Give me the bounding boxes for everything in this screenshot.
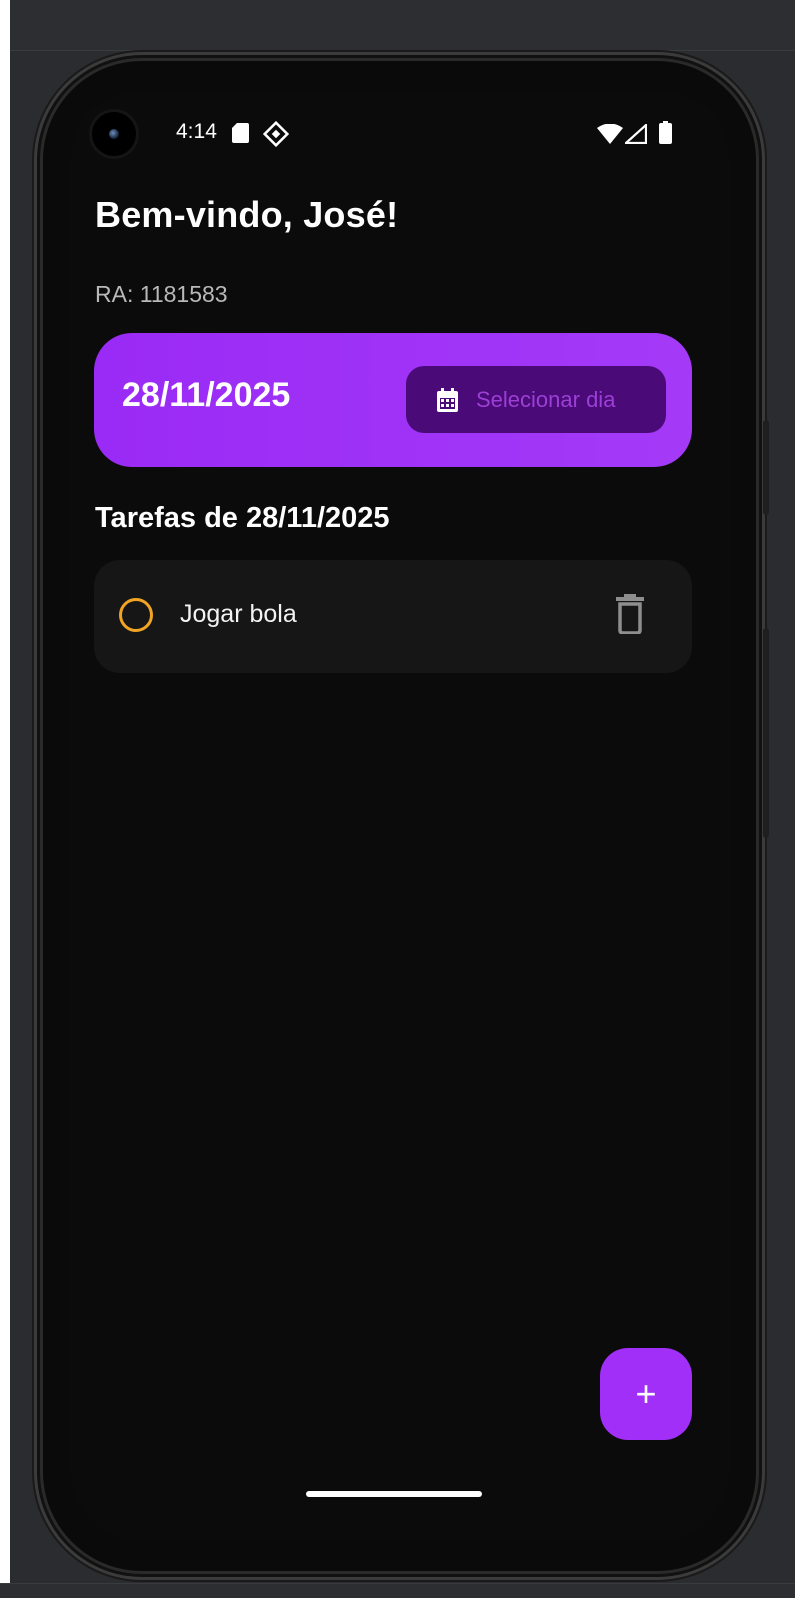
- select-day-label: Selecionar dia: [476, 387, 616, 412]
- signal-icon: [625, 124, 647, 144]
- window-edge: [0, 0, 10, 1597]
- select-day-button[interactable]: Selecionar dia: [406, 366, 666, 433]
- add-task-button[interactable]: +: [600, 1348, 692, 1440]
- emulator-bottom-bar: [0, 1583, 795, 1598]
- power-button[interactable]: [763, 420, 769, 515]
- task-checkbox[interactable]: [119, 598, 153, 632]
- tasks-title: Tarefas de 28/11/2025: [95, 502, 390, 534]
- home-indicator[interactable]: [306, 1491, 482, 1497]
- trash-icon[interactable]: [612, 594, 648, 634]
- task-item[interactable]: Jogar bola: [94, 560, 692, 673]
- game-controller-icon: [263, 121, 289, 147]
- calendar-icon: [437, 388, 458, 412]
- camera-icon: [92, 112, 136, 156]
- volume-button[interactable]: [763, 628, 769, 838]
- emulator-top-bar: [0, 0, 795, 51]
- app-screen: 4:14 Bem-vindo, José! RA: 1181583 28/11/…: [70, 90, 730, 1540]
- task-label: Jogar bola: [180, 600, 297, 628]
- sd-card-icon: [232, 123, 249, 143]
- date-card: 28/11/2025 Selecionar dia: [94, 333, 692, 467]
- welcome-title: Bem-vindo, José!: [95, 194, 399, 235]
- ra-label: RA: 1181583: [95, 281, 228, 307]
- wifi-icon: [597, 124, 623, 144]
- plus-icon: +: [635, 1373, 657, 1414]
- battery-icon: [659, 121, 672, 144]
- status-time: 4:14: [176, 120, 217, 143]
- selected-date: 28/11/2025: [122, 376, 291, 414]
